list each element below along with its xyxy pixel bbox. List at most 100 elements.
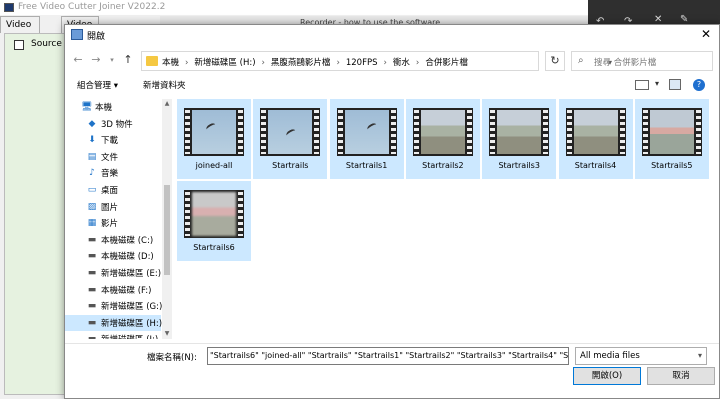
- sidebar-item[interactable]: ▬ 新增磁碟區 (I:): [65, 331, 161, 339]
- film-strip-edge: [413, 110, 419, 154]
- sidebar-item-label: 新增磁碟區 (G:): [101, 302, 163, 313]
- file-name: Startrails: [272, 161, 309, 170]
- dialog-title: 開啟: [87, 32, 106, 42]
- file-item[interactable]: Startrails5: [634, 99, 709, 179]
- breadcrumb-separator-icon: ›: [383, 58, 387, 68]
- film-strip-edge: [619, 110, 625, 154]
- open-button[interactable]: 開啟(O): [573, 367, 641, 385]
- drive-icon: ▬: [87, 317, 97, 328]
- scroll-up-icon[interactable]: ▲: [162, 99, 172, 109]
- sidebar-item[interactable]: ▨ 圖片: [65, 199, 161, 215]
- sidebar-item-label: 本機磁碟 (F:): [101, 285, 152, 296]
- breadcrumb-separator-icon: ›: [261, 58, 265, 68]
- close-icon[interactable]: ✕: [701, 27, 711, 41]
- bird-shape: [365, 121, 378, 133]
- sidebar-item[interactable]: ⬇ 下載: [65, 132, 161, 148]
- desktop-icon: ▭: [87, 185, 97, 195]
- forward-arrow-icon[interactable]: →: [89, 53, 103, 67]
- recent-chevron-down-icon[interactable]: ▾: [105, 53, 119, 67]
- sidebar-item[interactable]: ▦ 影片: [65, 215, 161, 231]
- file-item[interactable]: Startrails4: [558, 99, 633, 179]
- help-icon[interactable]: ?: [693, 79, 705, 91]
- open-file-dialog: 開啟 ✕ ← → ▾ ↑ 本機 › 新增磁碟區 (H:) › 黑腹燕鷗影片檔 › 120FP…: [64, 24, 720, 399]
- background-app-title: Free Video Cutter Joiner V2022.2: [18, 2, 166, 12]
- file-item[interactable]: Startrails2: [405, 99, 480, 179]
- file-item[interactable]: Startrails1: [329, 99, 404, 179]
- drive-icon: ▬: [87, 268, 97, 278]
- preview-pane-icon[interactable]: [669, 79, 681, 90]
- view-options-icon[interactable]: [635, 80, 649, 90]
- sidebar-item[interactable]: ▬ 本機磁碟 (F:): [65, 282, 161, 298]
- breadcrumb-item[interactable]: 合併影片檔: [425, 58, 468, 68]
- file-name: joined-all: [195, 161, 233, 170]
- 3d-objects-icon: ◆: [88, 118, 96, 129]
- sidebar-item-label: 3D 物件: [101, 119, 133, 130]
- search-input[interactable]: 搜尋 合併影片檔: [594, 56, 656, 68]
- thumbnail-image: [192, 192, 236, 236]
- film-strip-edge: [337, 110, 343, 154]
- sidebar-item[interactable]: 🖥 本機: [65, 99, 161, 115]
- breadcrumb-separator-icon: ›: [185, 58, 189, 68]
- sidebar-item[interactable]: ◆ 3D 物件: [65, 116, 161, 132]
- view-dropdown-icon[interactable]: ▾: [655, 79, 659, 88]
- sidebar-item[interactable]: ▬ 新增磁碟區 (G:): [65, 298, 163, 314]
- breadcrumb-item[interactable]: 新增磁碟區 (H:): [194, 58, 255, 68]
- file-name: Startrails4: [574, 161, 617, 170]
- address-bar[interactable]: 本機 › 新增磁碟區 (H:) › 黑腹燕鷗影片檔 › 120FPS › 衝水 › 合併影片檔 ▾: [141, 51, 612, 71]
- back-arrow-icon[interactable]: ←: [71, 53, 85, 67]
- sidebar-item[interactable]: ▬ 新增磁碟區 (E:): [65, 265, 161, 281]
- up-arrow-icon[interactable]: ↑: [121, 53, 135, 67]
- breadcrumb-item[interactable]: 黑腹燕鷗影片檔: [271, 58, 331, 68]
- navigation-pane: 🖥 本機 ◆ 3D 物件 ⬇ 下載 ▤ 文件 ♪ 音樂 ▭ 桌面 ▨ 圖片 ▦ 影片 ▬ 本機磁碟 (C:) ▬ 本機…: [65, 99, 173, 339]
- bird-shape: [205, 121, 217, 133]
- tab-video-cutter[interactable]: Video Cutter: [0, 16, 41, 47]
- file-type-value: All media files: [580, 351, 640, 361]
- search-icon: ⌕: [578, 55, 584, 66]
- document-icon: ▤: [87, 151, 97, 162]
- search-box[interactable]: ⌕ 搜尋 合併影片檔: [571, 51, 713, 71]
- background-app-titlebar: Free Video Cutter Joiner V2022.2: [0, 0, 588, 15]
- file-item[interactable]: Startrails6: [177, 181, 251, 261]
- cancel-button[interactable]: 取消: [647, 367, 715, 385]
- file-name: Startrails6: [193, 243, 235, 252]
- filename-input[interactable]: "Startrails6" "joined-all" "Startrails" …: [207, 347, 569, 365]
- sidebar-item-label: 新增磁碟區 (I:): [101, 333, 158, 339]
- sidebar-item-label: 本機磁碟 (D:): [101, 252, 154, 263]
- breadcrumb-item[interactable]: 120FPS: [346, 58, 378, 68]
- file-type-select[interactable]: All media files ▾: [575, 347, 707, 365]
- organize-button[interactable]: 組合管理 ▾: [77, 79, 118, 91]
- sidebar-item[interactable]: ▬ 本機磁碟 (C:): [65, 232, 161, 248]
- refresh-button[interactable]: ↻: [545, 51, 565, 71]
- drive-icon: ▬: [87, 334, 97, 339]
- source-checkbox[interactable]: [14, 40, 24, 50]
- scrollbar-thumb[interactable]: [164, 185, 170, 275]
- sidebar-item[interactable]: ▤ 文件: [65, 149, 161, 165]
- video-thumbnail: [184, 190, 244, 238]
- source-label: Source f: [31, 39, 68, 49]
- navigation-scrollbar[interactable]: ▲ ▼: [162, 99, 172, 339]
- breadcrumb-item[interactable]: 本機: [162, 58, 179, 68]
- sidebar-item-label: 下載: [101, 136, 119, 147]
- background-panel: [4, 33, 68, 395]
- thumbnail-image: [268, 110, 313, 154]
- file-item[interactable]: joined-all: [177, 99, 251, 179]
- film-strip-edge: [185, 192, 190, 236]
- breadcrumb-separator-icon: ›: [336, 58, 340, 68]
- chevron-down-icon: ▾: [697, 351, 702, 360]
- film-strip-edge: [238, 110, 243, 154]
- filename-label: 檔案名稱(N):: [147, 353, 197, 363]
- new-folder-button[interactable]: 新增資料夾: [143, 79, 186, 91]
- sidebar-item-label: 本機磁碟 (C:): [101, 235, 154, 246]
- film-strip-edge: [642, 110, 648, 154]
- file-list: joined-all Startrails Startrails1 Startrail…: [177, 99, 717, 343]
- scroll-down-icon[interactable]: ▼: [162, 329, 172, 339]
- file-item[interactable]: Startrails3: [482, 99, 557, 179]
- sidebar-item[interactable]: ♪ 音樂: [65, 165, 161, 181]
- sidebar-item[interactable]: ▬ 新增磁碟區 (H:): [65, 314, 162, 331]
- file-item[interactable]: Startrails: [253, 99, 328, 179]
- sidebar-item[interactable]: ▭ 桌面: [65, 182, 161, 198]
- breadcrumb-item[interactable]: 衝水: [393, 58, 410, 68]
- sidebar-item[interactable]: ▬ 本機磁碟 (D:): [65, 248, 161, 264]
- drive-icon: ▬: [87, 251, 97, 262]
- dialog-app-icon: [71, 29, 83, 40]
